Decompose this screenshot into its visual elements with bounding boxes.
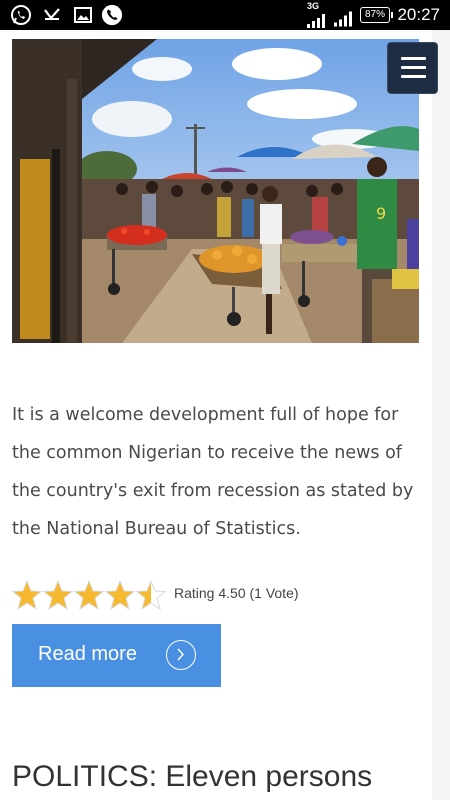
chevron-right-circle-icon xyxy=(166,640,196,670)
rating-star-icon[interactable] xyxy=(105,580,135,610)
status-bar: 3G 87% 20:27 xyxy=(0,0,450,30)
phone-icon xyxy=(101,4,123,26)
next-article-title[interactable]: POLITICS: Eleven persons xyxy=(12,760,372,794)
rating-text: Rating 4.50 (1 Vote) xyxy=(174,585,299,601)
article-excerpt: It is a welcome development full of hope… xyxy=(12,405,414,539)
gallery-icon xyxy=(74,7,92,23)
read-more-button[interactable]: Read more xyxy=(12,624,221,687)
battery-icon: 87% xyxy=(360,7,393,23)
hamburger-menu-icon xyxy=(401,75,426,78)
whatsapp-icon xyxy=(11,5,31,25)
signal-icon xyxy=(307,14,325,28)
signal-icon xyxy=(334,11,352,27)
rating-star-icon[interactable] xyxy=(12,580,42,610)
menu-button[interactable] xyxy=(387,42,438,94)
page-scroll-strip xyxy=(432,30,450,800)
hamburger-menu-icon xyxy=(401,57,426,60)
hamburger-menu-icon xyxy=(401,66,426,69)
svg-text:9: 9 xyxy=(376,204,386,223)
article-image[interactable]: 9 xyxy=(12,39,419,343)
rating-star-icon[interactable] xyxy=(74,580,104,610)
missed-call-icon xyxy=(44,8,60,20)
clock: 20:27 xyxy=(397,5,440,24)
read-more-label: Read more xyxy=(38,643,137,665)
rating-star-icon[interactable] xyxy=(43,580,73,610)
battery-level: 87% xyxy=(364,9,385,20)
rating-star-icon[interactable] xyxy=(136,580,166,610)
